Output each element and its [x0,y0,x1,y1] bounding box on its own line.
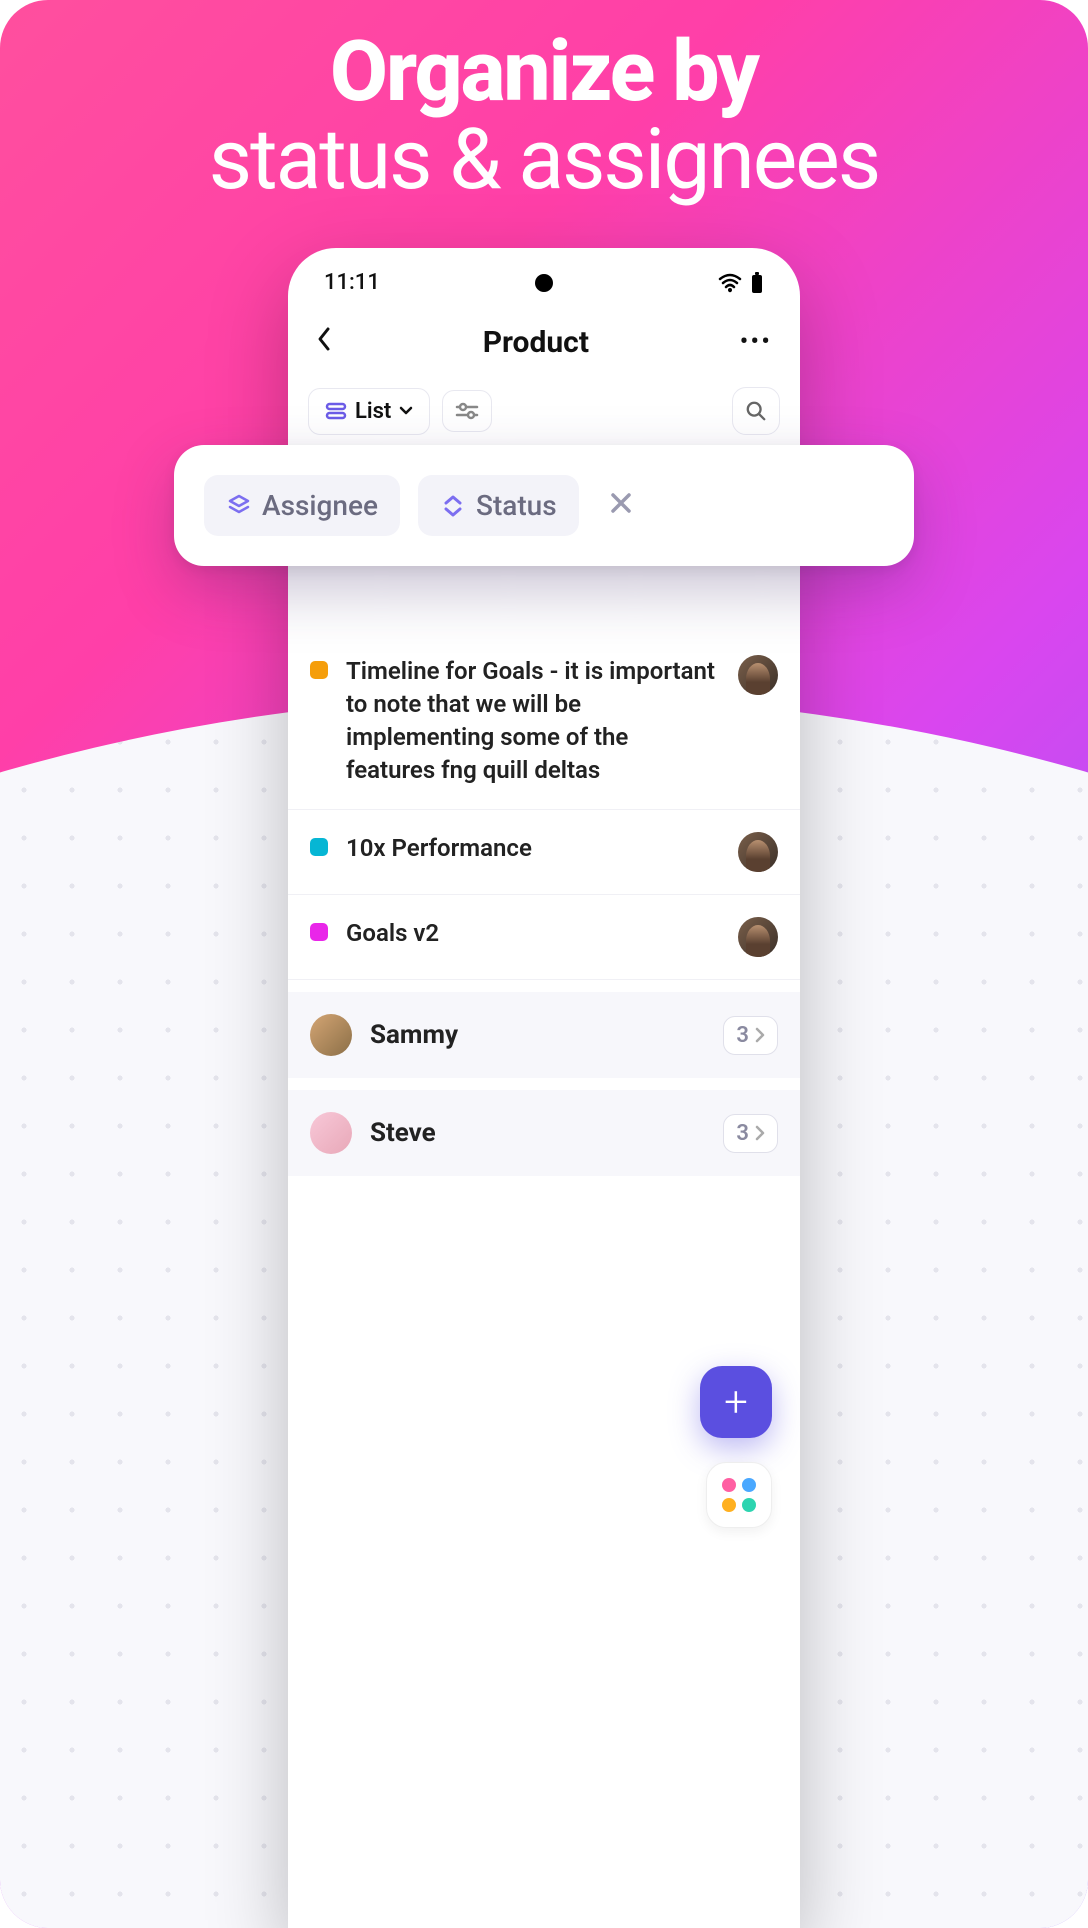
hero-text: Organize by status & assignees [0,28,1088,204]
close-icon [609,491,633,515]
chevron-down-icon [399,406,413,416]
view-label: List [355,399,391,424]
task-row[interactable]: Timeline for Goals - it is important to … [288,633,800,810]
assignee-chip[interactable]: Assignee [204,475,400,536]
back-button[interactable] [316,323,332,361]
filter-button[interactable] [442,390,492,432]
more-button[interactable]: ••• [740,327,772,357]
group-name: Steve [370,1118,705,1148]
chevron-right-icon [755,1125,765,1141]
plus-icon: + [724,1378,748,1427]
task-list: Timeline for Goals - it is important to … [288,633,800,1176]
group-count: 3 [736,1023,749,1048]
add-button[interactable]: + [700,1366,772,1438]
camera-notch [535,274,553,292]
apps-button[interactable] [706,1462,772,1528]
search-icon [745,399,767,423]
filter-chip-bar: Assignee Status [174,445,914,566]
view-selector[interactable]: List [308,388,430,435]
group-name: Sammy [370,1020,705,1050]
hero-line-1: Organize by [0,28,1088,116]
sort-icon [440,493,466,519]
page-title: Product [483,325,589,360]
assignee-avatar[interactable] [738,655,778,695]
chip-label: Assignee [262,489,378,522]
status-dot [310,838,328,856]
status-chip[interactable]: Status [418,475,579,536]
clear-chips-button[interactable] [597,480,645,531]
group-count: 3 [736,1121,749,1146]
task-row[interactable]: 10x Performance [288,810,800,895]
search-button[interactable] [732,387,780,435]
hero-line-2: status & assignees [0,116,1088,204]
assignee-avatar[interactable] [738,832,778,872]
group-avatar [310,1112,352,1154]
status-bar: 11:11 [288,248,800,305]
assignee-group[interactable]: Sammy 3 [288,992,800,1078]
battery-icon [750,272,764,294]
chip-label: Status [476,489,557,522]
group-count-badge[interactable]: 3 [723,1114,778,1153]
layers-icon [226,493,252,519]
task-title: Goals v2 [346,917,720,950]
apps-icon [722,1478,756,1512]
task-title: 10x Performance [346,832,720,865]
task-title: Timeline for Goals - it is important to … [346,655,720,787]
group-count-badge[interactable]: 3 [723,1016,778,1055]
status-dot [310,923,328,941]
toolbar: List [288,379,800,455]
sliders-icon [455,401,479,421]
status-time: 11:11 [324,270,380,295]
assignee-group[interactable]: Steve 3 [288,1090,800,1176]
list-icon [325,400,347,422]
status-dot [310,661,328,679]
nav-bar: Product ••• [288,305,800,379]
assignee-avatar[interactable] [738,917,778,957]
group-avatar [310,1014,352,1056]
wifi-icon [718,273,742,293]
task-row[interactable]: Goals v2 [288,895,800,980]
chevron-right-icon [755,1027,765,1043]
